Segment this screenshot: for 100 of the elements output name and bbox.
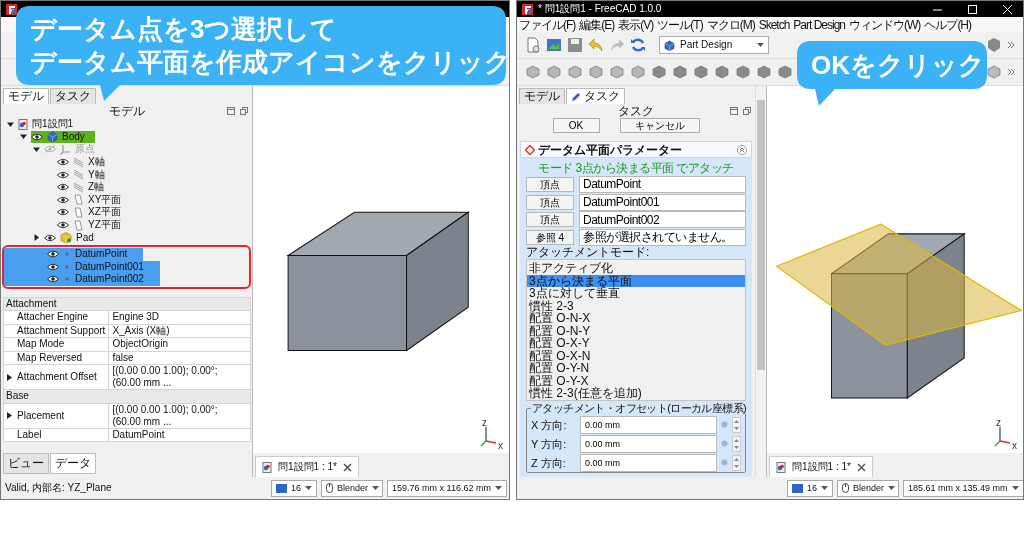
workbench-dropdown[interactable]: Part Design: [659, 36, 769, 54]
collapsed-arrow-icon[interactable]: [7, 373, 12, 381]
solid-feature-icon[interactable]: [609, 64, 625, 80]
attachment-mode-item[interactable]: 配置 O-N-X: [527, 312, 745, 325]
attachment-mode-item[interactable]: 配置 O-X-N: [527, 349, 745, 362]
solid-feature-icon[interactable]: [567, 64, 583, 80]
eye-icon[interactable]: [57, 208, 69, 217]
reference-button[interactable]: 頂点: [526, 176, 574, 192]
solid-feature-icon[interactable]: [756, 64, 772, 80]
reference-button[interactable]: 頂点: [526, 194, 574, 210]
spin-buttons-icon[interactable]: [732, 454, 741, 471]
menu-item[interactable]: Part Design: [793, 18, 846, 31]
solid-feature-icon[interactable]: [546, 64, 562, 80]
save-icon[interactable]: [567, 37, 583, 53]
tree-item[interactable]: X軸: [1, 155, 121, 169]
spin-buttons-icon[interactable]: [732, 435, 741, 452]
menu-item[interactable]: ファイル(F): [519, 18, 576, 31]
eye-icon[interactable]: [57, 221, 69, 230]
tree-item[interactable]: DatumPoint002: [4, 273, 160, 286]
panel-tab[interactable]: データ: [50, 453, 96, 474]
panel-tab[interactable]: ビュー: [3, 453, 49, 474]
solid-feature-icon[interactable]: [735, 64, 751, 80]
tree-item[interactable]: Z軸: [1, 180, 121, 194]
reference-field[interactable]: DatumPoint002: [579, 211, 746, 229]
attachment-mode-item[interactable]: 配置 O-Y-X: [527, 374, 745, 387]
expanded-arrow-icon[interactable]: [33, 146, 40, 153]
dialog-button[interactable]: OK: [552, 118, 600, 133]
float-window-icon[interactable]: [730, 107, 738, 115]
attachment-mode-item[interactable]: 配置 O-N-Y: [527, 324, 745, 337]
overflow-chevron-icon[interactable]: [1007, 41, 1015, 49]
spin-buttons-icon[interactable]: [732, 416, 741, 433]
close-icon[interactable]: [342, 462, 352, 472]
solid-feature-icon[interactable]: [714, 64, 730, 80]
eye-icon[interactable]: [44, 233, 56, 242]
dialog-button[interactable]: キャンセル: [619, 118, 700, 133]
new-document-icon[interactable]: [525, 37, 541, 53]
attachment-mode-item[interactable]: 慣性 2-3(任意を追加): [527, 387, 745, 400]
navigation-style-dropdown[interactable]: Blender: [321, 479, 383, 497]
dimensions-dropdown[interactable]: 159.76 mm x 116.62 mm: [387, 479, 507, 497]
eye-icon[interactable]: [57, 195, 69, 204]
tree-item[interactable]: XY平面: [1, 193, 138, 207]
expanded-arrow-icon[interactable]: [7, 120, 14, 128]
panel-tab[interactable]: モデル: [3, 88, 49, 104]
expanded-arrow-icon[interactable]: [20, 133, 27, 141]
solid-feature-icon[interactable]: [525, 64, 541, 80]
solid-feature-icon[interactable]: [651, 64, 667, 80]
solid-feature-icon[interactable]: [588, 64, 604, 80]
tree-item[interactable]: DatumPoint: [4, 247, 144, 261]
eye-icon[interactable]: [47, 275, 59, 284]
menu-item[interactable]: マクロ(M): [706, 18, 755, 31]
panel-tab[interactable]: モデル: [519, 88, 565, 104]
offset-field[interactable]: 0.00 mm: [580, 415, 717, 434]
attachment-mode-item[interactable]: 3点に対して垂直: [527, 287, 745, 300]
menu-item[interactable]: ツール(T): [657, 18, 703, 31]
refresh-icon[interactable]: [630, 37, 646, 53]
offset-field[interactable]: 0.00 mm: [580, 434, 717, 453]
attachment-mode-item[interactable]: 非アクティブ化: [527, 262, 745, 275]
tree-item[interactable]: 問1設問1: [1, 118, 90, 131]
draw-style-dropdown[interactable]: 16: [271, 479, 317, 497]
solid-feature-icon[interactable]: [986, 64, 1002, 80]
eye-icon[interactable]: [31, 132, 43, 141]
tree-item[interactable]: Body: [1, 130, 101, 144]
solid-feature-icon[interactable]: [630, 64, 646, 80]
tree-item[interactable]: Pad: [1, 231, 110, 244]
eye-icon[interactable]: [57, 183, 69, 192]
overflow-chevron-icon[interactable]: [1007, 68, 1015, 76]
menu-item[interactable]: ヘルプ(H): [924, 18, 972, 31]
float-window-icon[interactable]: [227, 107, 235, 115]
attachment-mode-item[interactable]: 配置 O-X-Y: [527, 337, 745, 350]
menu-item[interactable]: ウィンドウ(W): [849, 18, 921, 31]
solid-feature-icon[interactable]: [672, 64, 688, 80]
collapsed-arrow-icon[interactable]: [33, 234, 40, 242]
undo-arrow-icon[interactable]: [588, 37, 604, 53]
eye-icon[interactable]: [47, 262, 59, 271]
attachment-mode-item[interactable]: 慣性 2-3: [527, 299, 745, 312]
reference-button[interactable]: 頂点: [526, 212, 574, 228]
cube-icon[interactable]: [986, 37, 1002, 53]
open-file-icon[interactable]: [546, 37, 562, 53]
reference-field[interactable]: DatumPoint: [579, 175, 746, 193]
tree-item[interactable]: XZ平面: [1, 206, 137, 219]
solid-feature-icon[interactable]: [693, 64, 709, 80]
navigation-style-dropdown[interactable]: Blender: [837, 479, 899, 497]
eye-icon[interactable]: [57, 158, 69, 167]
restore-window-icon[interactable]: [240, 107, 248, 115]
attachment-mode-item[interactable]: 3点から決まる平面: [527, 274, 745, 287]
eye-icon[interactable]: [57, 170, 69, 179]
tree-item[interactable]: Y軸: [1, 168, 121, 181]
collapse-icon[interactable]: [737, 144, 747, 155]
menu-item[interactable]: Sketch: [758, 18, 790, 31]
panel-tab[interactable]: タスク: [50, 88, 96, 104]
document-tab[interactable]: 問1設問1 : 1*: [769, 456, 873, 477]
eye-icon[interactable]: [47, 250, 59, 259]
reference-button[interactable]: 参照 4: [526, 229, 574, 245]
attachment-mode-item[interactable]: 配置 O-Y-N: [527, 362, 745, 375]
restore-window-icon[interactable]: [743, 107, 751, 115]
menu-item[interactable]: 表示(V): [618, 18, 654, 31]
reference-field[interactable]: 参照が選択されていません。: [579, 228, 746, 246]
dimensions-dropdown[interactable]: 185.61 mm x 135.49 mm: [903, 479, 1023, 497]
collapsed-arrow-icon[interactable]: [7, 412, 12, 420]
scrollbar[interactable]: [755, 86, 766, 477]
